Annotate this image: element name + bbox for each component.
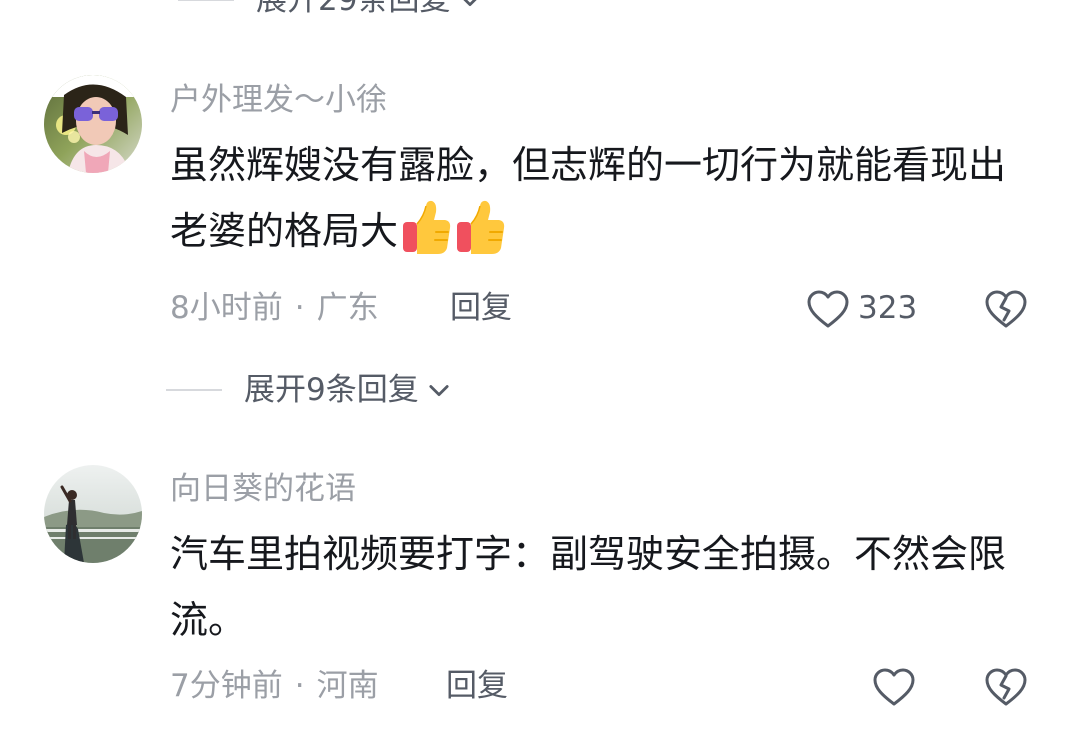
broken-heart-icon[interactable]	[984, 666, 1028, 708]
expand-replies-label: 展开29条回复	[256, 0, 451, 18]
heart-outline-icon[interactable]	[806, 288, 850, 330]
meta-separator: ·	[294, 290, 305, 326]
comment-text: 虽然辉嫂没有露脸，但志辉的一切行为就能看现出老婆的格局大	[170, 132, 1040, 264]
broken-heart-icon[interactable]	[984, 288, 1028, 330]
heart-outline-icon[interactable]	[872, 666, 916, 708]
comment-meta: 8小时前 · 广东	[170, 288, 379, 328]
comment-location: 广东	[316, 290, 379, 326]
chevron-down-icon	[463, 0, 478, 7]
avatar[interactable]	[44, 465, 142, 563]
comment-time: 8小时前	[170, 290, 283, 326]
comment-text: 汽车里拍视频要打字：副驾驶安全拍摄。不然会限流。	[170, 521, 1040, 653]
comment-body: 虽然辉嫂没有露脸，但志辉的一切行为就能看现出老婆的格局大	[170, 143, 1007, 253]
expand-replies[interactable]: 展开9条回复	[166, 370, 453, 410]
thumbs-up-emoji	[457, 200, 505, 254]
comment-time: 7分钟前	[170, 668, 283, 704]
comment-body: 汽车里拍视频要打字：副驾驶安全拍摄。不然会限流。	[170, 532, 1007, 642]
comment-username[interactable]: 户外理发～小徐	[170, 80, 387, 120]
reply-button[interactable]: 回复	[446, 666, 508, 706]
like-count: 323	[858, 290, 918, 326]
divider-line	[178, 0, 234, 1]
reply-button[interactable]: 回复	[450, 288, 512, 328]
divider-line	[166, 389, 222, 391]
avatar[interactable]	[44, 75, 142, 173]
meta-separator: ·	[294, 668, 305, 704]
expand-replies-top[interactable]: 展开29条回复	[178, 0, 484, 20]
comment-username[interactable]: 向日葵的花语	[170, 469, 356, 509]
expand-replies-label: 展开9条回复	[244, 372, 419, 408]
chevron-down-icon	[429, 385, 449, 397]
thumbs-up-emoji	[403, 200, 451, 254]
comment-location: 河南	[316, 668, 379, 704]
comment-meta: 7分钟前 · 河南	[170, 666, 379, 706]
